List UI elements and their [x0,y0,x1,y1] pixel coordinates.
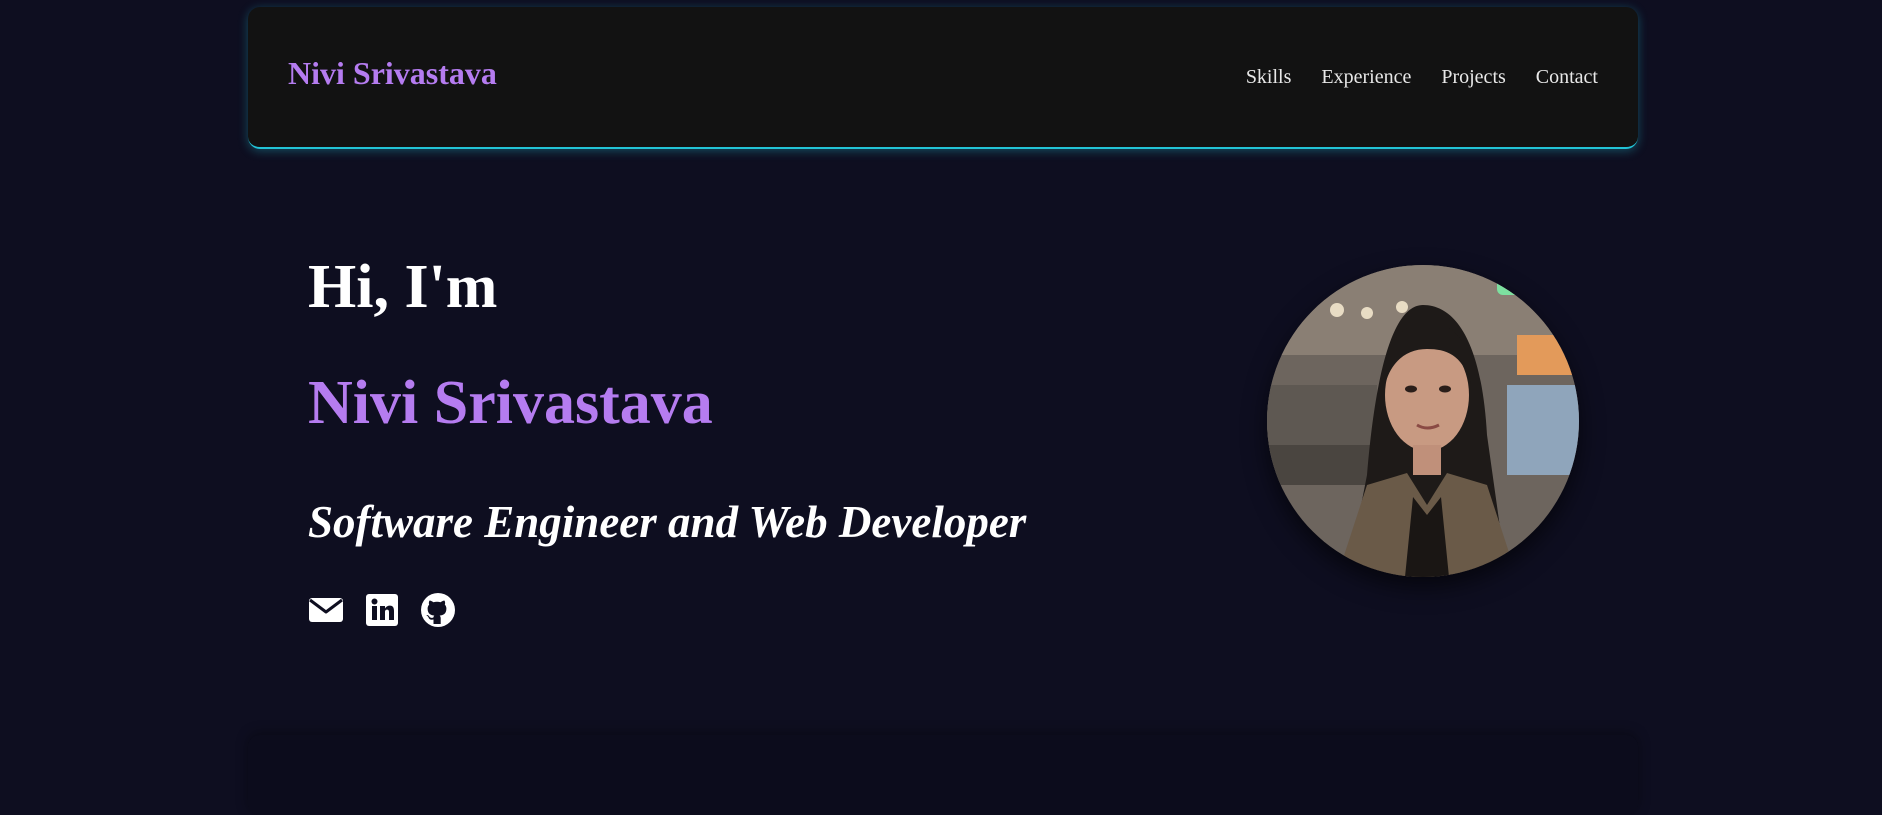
email-icon[interactable] [308,592,344,628]
next-section-card [248,735,1638,815]
nav-link-skills[interactable]: Skills [1246,67,1292,87]
brand-logo-text[interactable]: Nivi Srivastava [288,57,497,89]
navbar: Nivi Srivastava Skills Experience Projec… [248,7,1638,149]
hero-greeting: Hi, I'm [308,253,498,321]
github-icon[interactable] [420,592,456,628]
nav-link-projects[interactable]: Projects [1441,67,1505,87]
nav-link-experience[interactable]: Experience [1321,67,1411,87]
linkedin-icon[interactable] [364,592,400,628]
nav-links: Skills Experience Projects Contact [1246,67,1598,87]
social-links [308,592,456,628]
hero-name: Nivi Srivastava [308,369,713,437]
nav-link-contact[interactable]: Contact [1536,67,1598,87]
profile-photo [1267,265,1579,577]
hero-tagline: Software Engineer and Web Developer [308,497,1027,547]
